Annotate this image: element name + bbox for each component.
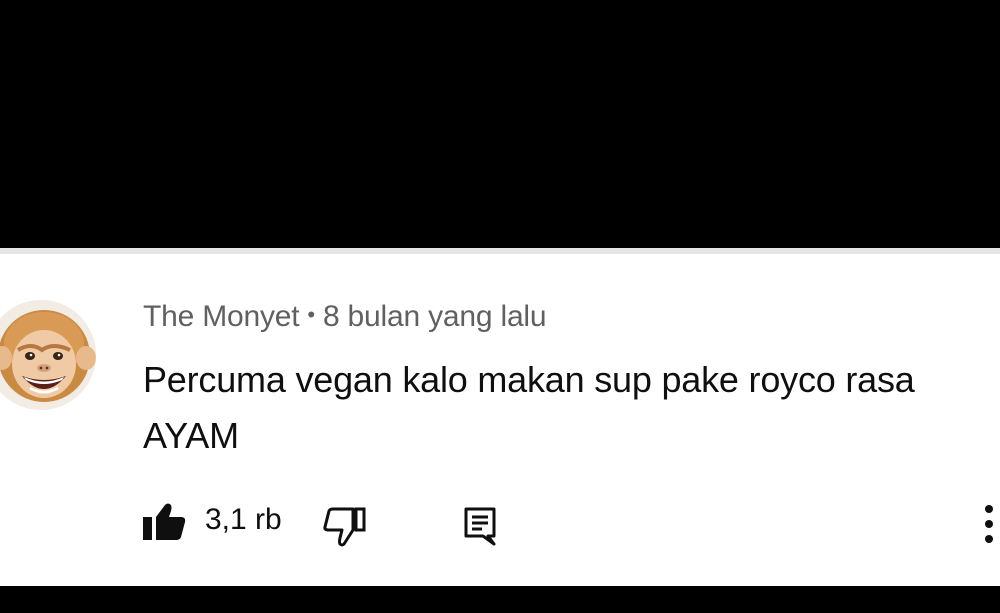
monkey-avatar-icon [0, 300, 96, 410]
more-options-button[interactable] [978, 500, 1000, 548]
comment-actions: 3,1 rb [0, 500, 1000, 548]
like-count: 3,1 rb [205, 503, 282, 536]
comment-text: Percuma vegan kalo makan sup pake royco … [143, 359, 915, 456]
like-button[interactable] [143, 502, 187, 542]
author-name[interactable]: The Monyet [143, 300, 300, 333]
dislike-button[interactable] [322, 506, 368, 548]
meta-separator: • [307, 302, 315, 327]
avatar[interactable] [0, 300, 96, 410]
comment-reply-icon [464, 507, 496, 546]
thumbs-up-filled-icon [143, 503, 186, 540]
comment-meta: The Monyet • 8 bulan yang lalu [143, 300, 547, 334]
reply-button[interactable] [463, 506, 497, 546]
bottom-black-bar [0, 586, 1000, 613]
thumbs-down-outline-icon [323, 507, 366, 547]
comment-timestamp[interactable]: 8 bulan yang lalu [323, 300, 547, 333]
vertical-dots-icon [985, 505, 993, 543]
video-area-black [0, 0, 1000, 248]
comment-card: The Monyet • 8 bulan yang lalu Percuma veg… [0, 254, 1000, 586]
